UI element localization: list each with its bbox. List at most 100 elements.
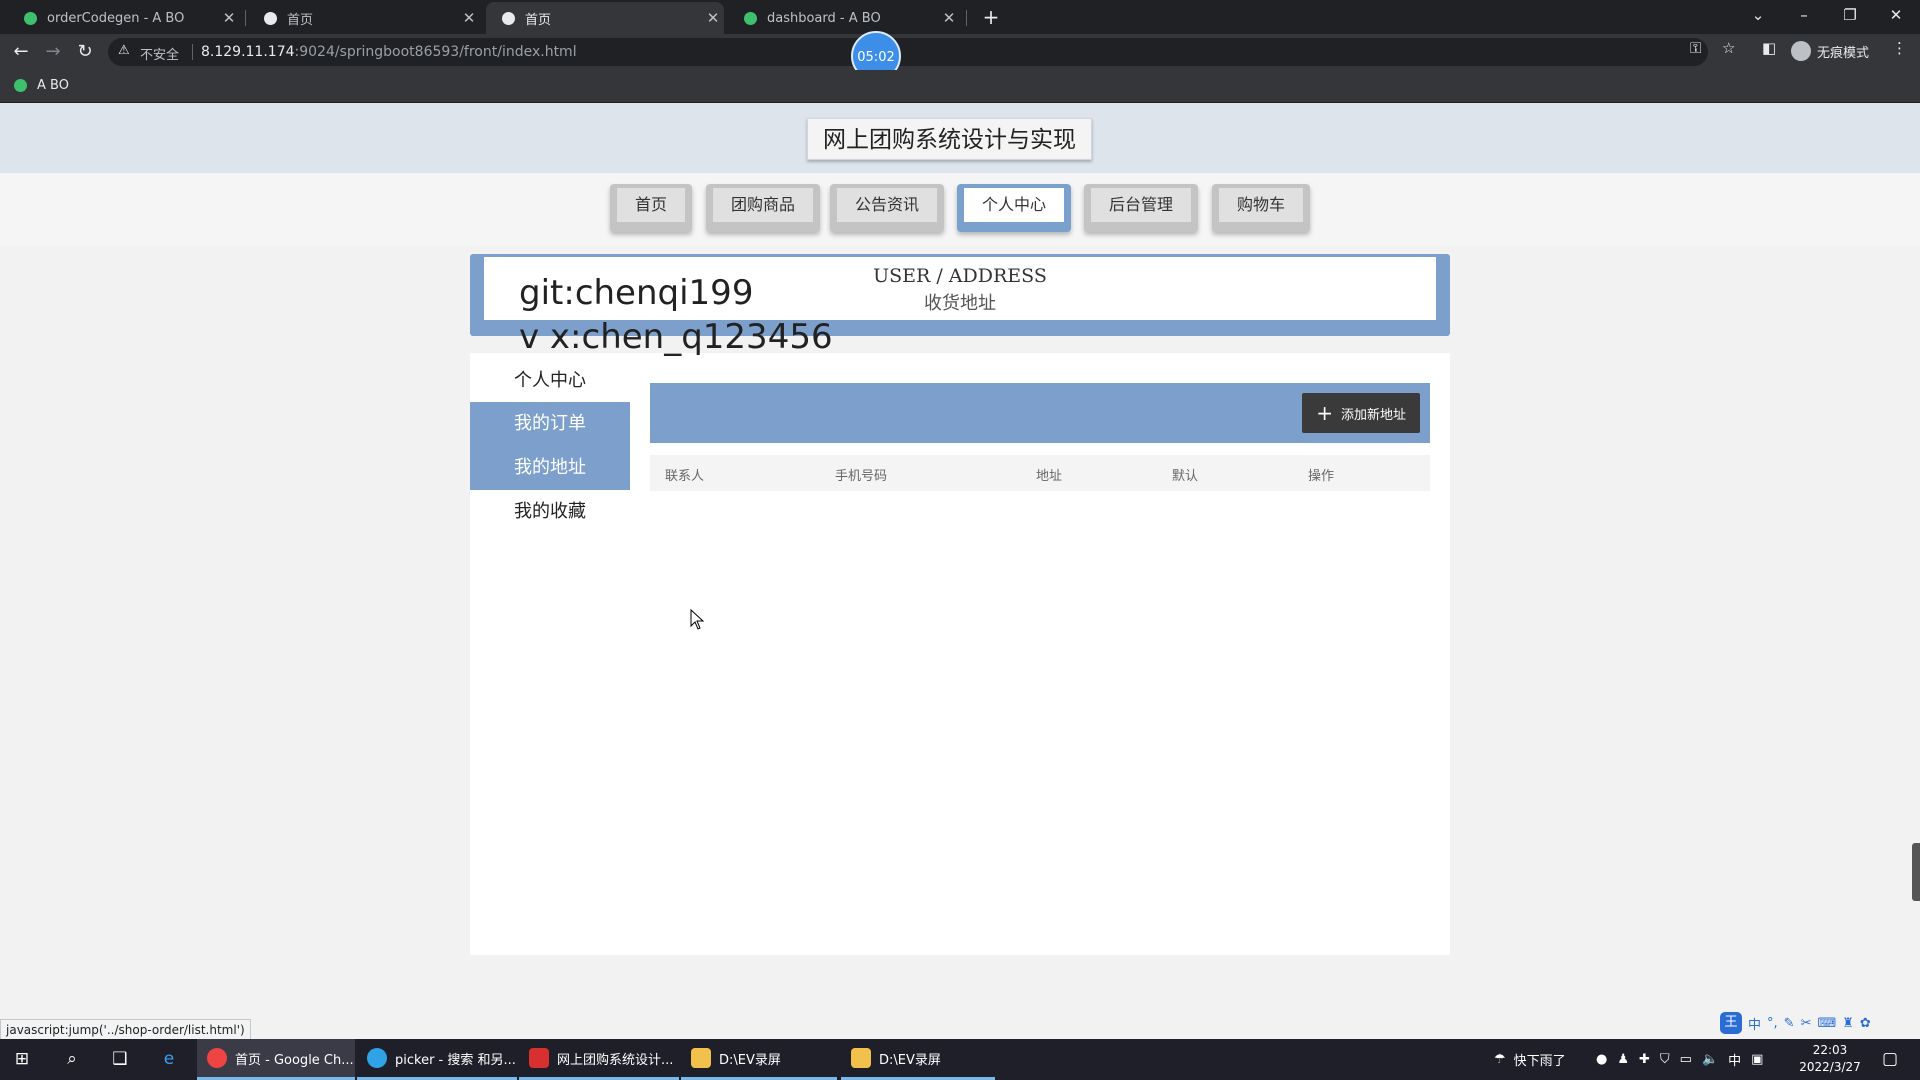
globe-icon (264, 11, 277, 25)
taskbar-app-label: D:\EV录屏 (879, 1052, 941, 1068)
ie-icon[interactable]: e (157, 1047, 181, 1071)
side-scroll-handle[interactable] (1912, 843, 1920, 901)
browser-toolbar: ← → ↻ ⚠ 不安全 8.129.11.174:9024/springboot… (0, 34, 1920, 70)
taskbar-app-project[interactable]: 网上团购系统设计... (519, 1039, 679, 1080)
address-toolbar: + 添加新地址 (650, 383, 1430, 443)
ime-toolbar[interactable]: 王 中 °, ✎ ✂ ⌨ ♜ ✿ (1720, 1012, 1871, 1034)
notification-icon[interactable]: ▢ (1878, 1047, 1902, 1071)
bookmark-a-bo[interactable]: A BO (14, 78, 69, 93)
bookmarks-bar: A BO (0, 70, 1920, 103)
warning-icon: ⚠ (118, 43, 130, 58)
clock-time: 22:03 (1812, 1043, 1848, 1057)
back-icon[interactable]: ← (8, 39, 34, 65)
url-text[interactable]: 8.129.11.174:9024/springboot86593/front/… (201, 44, 577, 60)
restore-icon[interactable]: ❐ (1827, 0, 1873, 30)
side-panel-icon[interactable]: ◧ (1762, 39, 1776, 57)
close-icon[interactable]: ✕ (938, 9, 960, 27)
tab-search-icon[interactable]: ⌄ (1735, 0, 1781, 30)
tab-home-active[interactable]: 首页 ✕ (486, 2, 724, 34)
url-path: :9024/springboot86593/front/index.html (294, 44, 577, 60)
clock-date: 2022/3/27 (1799, 1060, 1861, 1074)
add-address-label: 添加新地址 (1340, 407, 1406, 423)
menu-icon[interactable]: ⋮ (1892, 39, 1907, 57)
nav-label: 个人中心 (964, 188, 1064, 222)
ime-pen-icon[interactable]: ✎ (1784, 1016, 1795, 1031)
incognito-icon (1791, 41, 1811, 61)
plus-icon: + (1316, 401, 1333, 425)
tab-separator (245, 10, 246, 26)
tab-title: dashboard - A BO (767, 10, 881, 26)
taskbar-app-folder-1[interactable]: D:\EV录屏 (681, 1039, 837, 1080)
new-tab-button[interactable]: + (977, 3, 1005, 31)
security-label[interactable]: 不安全 (140, 44, 179, 63)
wechat-icon[interactable]: ● (1596, 1052, 1607, 1067)
input-language[interactable]: 中 (1728, 1050, 1741, 1069)
network-icon[interactable]: ▭ (1680, 1052, 1692, 1067)
nav-user-center[interactable]: 个人中心 (957, 184, 1071, 232)
shield-icon[interactable]: ⛉ (1660, 1052, 1670, 1067)
qq-icon[interactable]: ♟ (1617, 1052, 1629, 1067)
address-bar[interactable]: ⚠ 不安全 8.129.11.174:9024/springboot86593/… (108, 38, 1708, 66)
col-actions: 操作 (1308, 469, 1335, 484)
address-table-header: 联系人 手机号码 地址 默认 操作 (650, 455, 1430, 491)
chrome-icon (207, 1048, 227, 1068)
forward-icon[interactable]: → (40, 39, 66, 65)
tab-title: orderCodegen - A BO (47, 10, 185, 26)
col-address: 地址 (1036, 469, 1063, 484)
sidebar-item-orders[interactable]: 我的订单 (470, 402, 630, 446)
folder-icon (851, 1048, 871, 1068)
add-address-button[interactable]: + 添加新地址 (1302, 393, 1420, 433)
close-icon[interactable]: ✕ (458, 9, 480, 27)
close-window-icon[interactable]: ✕ (1873, 0, 1919, 30)
taskbar-app-label: picker - 搜索 和另... (395, 1052, 516, 1068)
nav-home[interactable]: 首页 (610, 184, 692, 232)
nav-products[interactable]: 团购商品 (706, 184, 820, 232)
taskbar-app-chrome[interactable]: 首页 - Google Ch... (197, 1039, 355, 1080)
star-icon[interactable]: ☆ (1722, 39, 1735, 57)
tab-ordercodegen[interactable]: orderCodegen - A BO ✕ (8, 2, 240, 34)
taskbar-app-label: 网上团购系统设计... (557, 1052, 674, 1068)
nav-admin[interactable]: 后台管理 (1084, 184, 1198, 232)
security-icon[interactable]: ✚ (1639, 1052, 1650, 1067)
leaf-icon (24, 11, 37, 25)
sidebar-item-user-center[interactable]: 个人中心 (470, 359, 630, 403)
nav-news[interactable]: 公告资讯 (830, 184, 944, 232)
watermark-line-2: v x:chen_q123456 (519, 317, 833, 357)
tab-dashboard[interactable]: dashboard - A BO ✕ (728, 2, 960, 34)
umbrella-icon: ☂ (1494, 1052, 1506, 1067)
col-phone: 手机号码 (835, 469, 888, 484)
taskbar-app-edge[interactable]: picker - 搜索 和另... (357, 1039, 517, 1080)
ime-shirt-icon[interactable]: ♜ (1842, 1016, 1854, 1031)
key-icon[interactable]: ⚿ (1690, 39, 1701, 57)
incognito-profile[interactable]: 无痕模式 (1791, 41, 1869, 61)
tab-home-1[interactable]: 首页 ✕ (248, 2, 480, 34)
search-icon[interactable]: ⌕ (60, 1047, 84, 1071)
reload-icon[interactable]: ↻ (72, 39, 98, 65)
leaf-icon (14, 79, 27, 92)
tab-title: 首页 (287, 12, 314, 28)
ime-keyboard-icon[interactable]: ⌨ (1817, 1016, 1836, 1031)
volume-icon[interactable]: 🔈 (1702, 1052, 1718, 1067)
close-icon[interactable]: ✕ (218, 9, 240, 27)
task-view-icon[interactable]: ❑ (108, 1047, 132, 1071)
close-icon[interactable]: ✕ (702, 9, 724, 27)
ime-punct-icon[interactable]: °, (1767, 1016, 1778, 1031)
minimize-icon[interactable]: – (1781, 0, 1827, 30)
clock[interactable]: 22:03 2022/3/27 (1790, 1042, 1870, 1076)
user-content-panel: 个人中心 我的订单 我的地址 我的收藏 + 添加新地址 联系人 手机号码 地址 … (470, 353, 1450, 955)
link-status-bar: javascript:jump('../shop-order/list.html… (0, 1019, 251, 1041)
ime-tray-icon[interactable]: ▣ (1751, 1052, 1763, 1067)
ime-scissors-icon[interactable]: ✂ (1801, 1016, 1812, 1031)
nav-label: 后台管理 (1091, 188, 1191, 222)
ime-settings-icon[interactable]: ✿ (1860, 1016, 1871, 1031)
globe-icon (502, 11, 515, 25)
windows-start-icon[interactable]: ⊞ (10, 1047, 34, 1071)
nav-cart[interactable]: 购物车 (1212, 184, 1310, 232)
nav-label: 首页 (617, 188, 685, 222)
sidebar-item-address[interactable]: 我的地址 (470, 446, 630, 490)
taskbar-app-folder-2[interactable]: D:\EV录屏 (841, 1039, 995, 1080)
tab-title: 首页 (525, 12, 552, 28)
ime-mode[interactable]: 中 (1748, 1014, 1761, 1033)
sidebar-item-favorites[interactable]: 我的收藏 (470, 490, 630, 534)
weather-widget[interactable]: ☂ 快下雨了 (1494, 1039, 1566, 1080)
